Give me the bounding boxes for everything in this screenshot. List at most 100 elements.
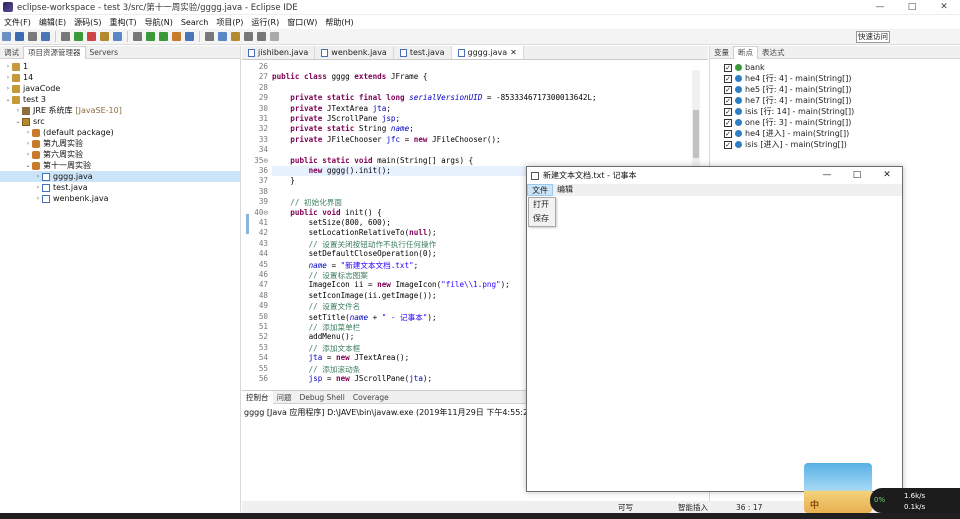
twisty-icon[interactable]: ⌄ xyxy=(4,96,12,103)
breakpoint-checkbox[interactable]: ✓ xyxy=(724,96,732,105)
right-tab-1[interactable]: 断点 xyxy=(733,45,758,59)
terminate-icon[interactable] xyxy=(87,32,96,41)
console-tab-3[interactable]: Coverage xyxy=(349,393,393,402)
search-icon[interactable] xyxy=(113,32,122,41)
tree-node[interactable]: › test.java xyxy=(0,182,240,193)
twisty-icon[interactable]: › xyxy=(4,74,12,81)
breakpoint-checkbox[interactable]: ✓ xyxy=(724,74,732,83)
notepad-maximize-button[interactable]: □ xyxy=(842,167,872,184)
menu-9[interactable]: 帮助(H) xyxy=(321,17,357,28)
left-tab-0[interactable]: 调试 xyxy=(0,47,23,58)
twisty-icon[interactable]: › xyxy=(4,63,12,70)
twisty-icon[interactable]: › xyxy=(14,107,22,114)
editor-tab-1[interactable]: wenbenk.java xyxy=(315,46,394,59)
maximize-button[interactable]: □ xyxy=(896,0,928,15)
tree-node[interactable]: › 第六周实验 xyxy=(0,149,240,160)
new-class-icon[interactable] xyxy=(205,32,214,41)
network-speed-gauge[interactable]: 0% 1.6k/s 0.1k/s xyxy=(870,488,960,513)
menu-8[interactable]: 窗口(W) xyxy=(283,17,321,28)
new-file-icon[interactable] xyxy=(2,32,11,41)
menu-5[interactable]: Search xyxy=(177,18,212,27)
breakpoint-item[interactable]: ✓ bank xyxy=(710,62,960,73)
twisty-icon[interactable]: › xyxy=(24,140,32,147)
breakpoint-checkbox[interactable]: ✓ xyxy=(724,129,732,138)
pin-icon[interactable] xyxy=(270,32,279,41)
tree-node[interactable]: ⌄ src xyxy=(0,116,240,127)
breakpoint-item[interactable]: ✓ one [行: 3] - main(String[]) xyxy=(710,117,960,128)
twisty-icon[interactable]: › xyxy=(24,151,32,158)
breakpoint-item[interactable]: ✓ he7 [行: 4] - main(String[]) xyxy=(710,95,960,106)
minimize-button[interactable]: — xyxy=(864,0,896,15)
left-tab-2[interactable]: Servers xyxy=(86,48,123,57)
annotation-icon[interactable] xyxy=(231,32,240,41)
resume-icon[interactable] xyxy=(74,32,83,41)
step-icon[interactable] xyxy=(61,32,70,41)
menu-item-open[interactable]: 打开 xyxy=(529,198,555,212)
menu-4[interactable]: 导航(N) xyxy=(141,17,177,28)
quick-access-field[interactable]: 快速访问 xyxy=(856,31,890,43)
scrollbar-thumb[interactable] xyxy=(693,110,699,158)
save-icon[interactable] xyxy=(15,32,24,41)
tree-node[interactable]: ⌄ 第十一周实验 xyxy=(0,160,240,171)
twisty-icon[interactable]: › xyxy=(4,85,12,92)
debug-skip-icon[interactable] xyxy=(41,32,50,41)
tree-node[interactable]: › gggg.java xyxy=(0,171,240,182)
print-icon[interactable] xyxy=(28,32,37,41)
left-tab-1[interactable]: 项目资源管理器 xyxy=(23,45,86,59)
breakpoint-item[interactable]: ✓ isis [行: 14] - main(String[]) xyxy=(710,106,960,117)
twisty-icon[interactable]: ⌄ xyxy=(24,162,32,169)
twisty-icon[interactable]: › xyxy=(34,173,42,180)
tree-node[interactable]: › 第九周实验 xyxy=(0,138,240,149)
tree-node[interactable]: › javaCode xyxy=(0,83,240,94)
breakpoint-item[interactable]: ✓ he4 [行: 4] - main(String[]) xyxy=(710,73,960,84)
breakpoint-checkbox[interactable]: ✓ xyxy=(724,140,732,149)
open-task-icon[interactable] xyxy=(218,32,227,41)
menu-3[interactable]: 重构(T) xyxy=(105,17,140,28)
notepad-menu-file[interactable]: 文件 xyxy=(527,184,553,196)
breakpoint-item[interactable]: ✓ he5 [行: 4] - main(String[]) xyxy=(710,84,960,95)
tab-close-icon[interactable]: ✕ xyxy=(510,48,517,57)
console-tab-0[interactable]: 控制台 xyxy=(242,390,273,404)
right-tab-0[interactable]: 变量 xyxy=(710,47,733,58)
menu-6[interactable]: 项目(P) xyxy=(212,17,247,28)
tree-node[interactable]: › 1 xyxy=(0,61,240,72)
twisty-icon[interactable]: › xyxy=(34,195,42,202)
external-tools-icon[interactable] xyxy=(133,32,142,41)
twisty-icon[interactable]: › xyxy=(34,184,42,191)
forward-icon[interactable] xyxy=(257,32,266,41)
menu-0[interactable]: 文件(F) xyxy=(0,17,35,28)
notepad-minimize-button[interactable]: — xyxy=(812,167,842,184)
open-type-icon[interactable] xyxy=(100,32,109,41)
new-package-icon[interactable] xyxy=(185,32,194,41)
floating-ime-widget[interactable]: 中 xyxy=(804,463,872,513)
close-button[interactable]: ✕ xyxy=(928,0,960,15)
breakpoint-checkbox[interactable]: ✓ xyxy=(724,63,732,72)
notepad-close-button[interactable]: ✕ xyxy=(872,167,902,184)
twisty-icon[interactable]: › xyxy=(24,129,32,136)
back-icon[interactable] xyxy=(244,32,253,41)
menu-2[interactable]: 源码(S) xyxy=(70,17,105,28)
breakpoint-checkbox[interactable]: ✓ xyxy=(724,85,732,94)
tree-node[interactable]: › wenbenk.java xyxy=(0,193,240,204)
menu-item-save[interactable]: 保存 xyxy=(529,212,555,226)
tree-node[interactable]: › (default package) xyxy=(0,127,240,138)
console-tab-2[interactable]: Debug Shell xyxy=(296,393,349,402)
build-icon[interactable] xyxy=(172,32,181,41)
console-tab-1[interactable]: 问题 xyxy=(273,392,296,403)
breakpoint-checkbox[interactable]: ✓ xyxy=(724,118,732,127)
menu-7[interactable]: 运行(R) xyxy=(247,17,283,28)
tree-node[interactable]: › 14 xyxy=(0,72,240,83)
editor-tab-3[interactable]: gggg.java ✕ xyxy=(451,46,524,59)
editor-tab-0[interactable]: jishiben.java xyxy=(242,46,316,59)
twisty-icon[interactable]: ⌄ xyxy=(14,118,22,125)
notepad-menu-edit[interactable]: 编辑 xyxy=(553,184,577,196)
menu-1[interactable]: 编辑(E) xyxy=(35,17,70,28)
breakpoint-item[interactable]: ✓ isis [进入] - main(String[]) xyxy=(710,139,960,150)
debug-icon[interactable] xyxy=(159,32,168,41)
run-icon[interactable] xyxy=(146,32,155,41)
breakpoint-checkbox[interactable]: ✓ xyxy=(724,107,732,116)
editor-tab-2[interactable]: test.java xyxy=(394,46,452,59)
tree-node[interactable]: ⌄ test 3 xyxy=(0,94,240,105)
breakpoint-item[interactable]: ✓ he4 [进入] - main(String[]) xyxy=(710,128,960,139)
right-tab-2[interactable]: 表达式 xyxy=(758,47,789,58)
